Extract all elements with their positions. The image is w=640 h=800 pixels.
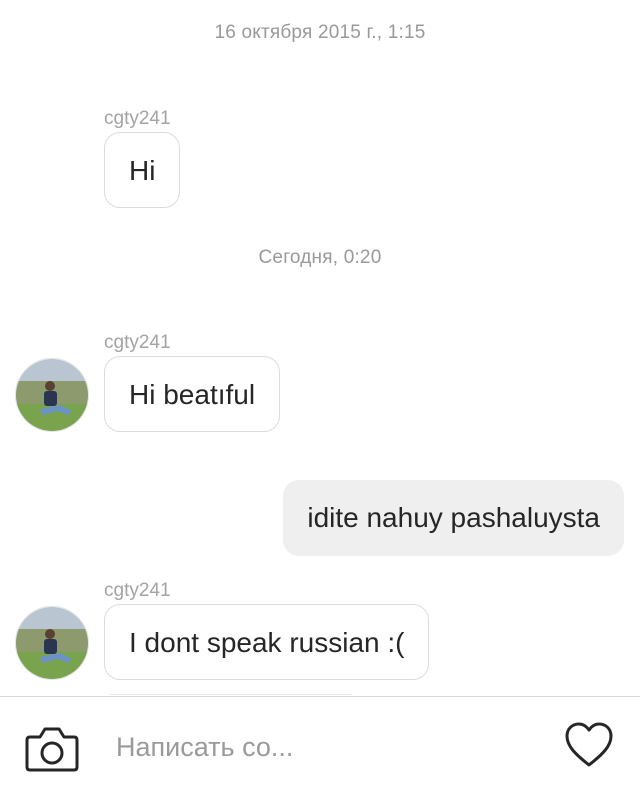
- heart-icon[interactable]: [563, 721, 615, 769]
- sender-name: cgty241: [104, 108, 171, 129]
- avatar-photo: [16, 607, 88, 679]
- message-input[interactable]: [116, 725, 536, 769]
- message-thread[interactable]: 16 октября 2015 г., 1:15 cgty241 Hi Сего…: [0, 0, 640, 696]
- divider: [110, 694, 352, 695]
- message-bubble-outgoing[interactable]: idite nahuy pashaluysta: [283, 480, 624, 556]
- camera-icon[interactable]: [24, 723, 80, 773]
- timestamp: 16 октября 2015 г., 1:15: [214, 22, 426, 43]
- sender-name: cgty241: [104, 332, 171, 353]
- avatar[interactable]: [15, 358, 89, 432]
- sender-name: cgty241: [104, 580, 171, 601]
- message-bubble-incoming[interactable]: I dont speak russian :(: [104, 604, 430, 680]
- timestamp: Сегодня, 0:20: [258, 247, 382, 268]
- message-composer: [0, 696, 640, 800]
- message-bubble-incoming[interactable]: Hi: [104, 132, 181, 208]
- avatar-photo: [16, 359, 88, 431]
- message-bubble-incoming[interactable]: Hi beatıful: [104, 356, 281, 432]
- avatar[interactable]: [15, 606, 89, 680]
